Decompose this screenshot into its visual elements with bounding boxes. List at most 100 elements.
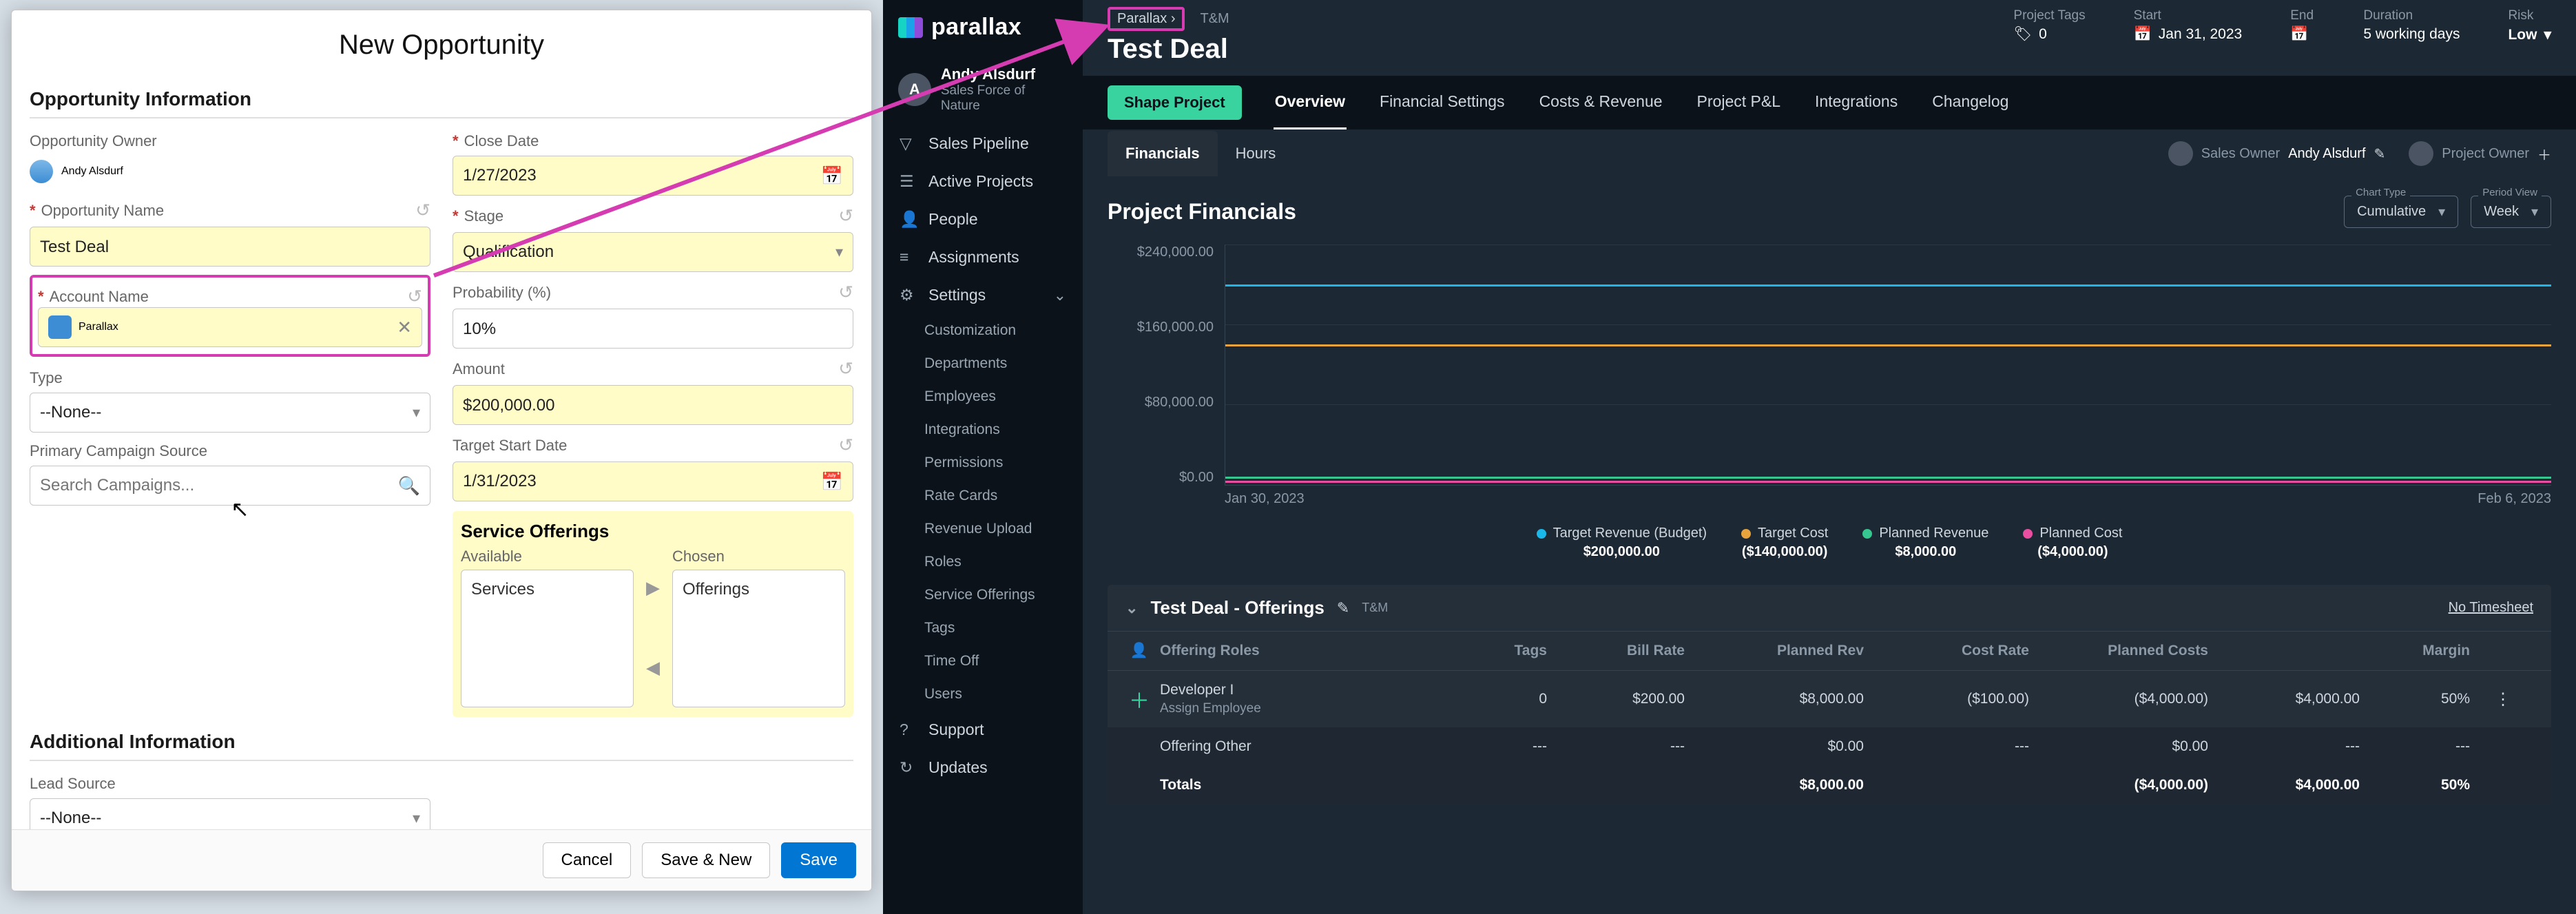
chart-type-dropdown[interactable]: Chart Type Cumulative▾ bbox=[2344, 196, 2458, 228]
calendar-icon[interactable]: 📅 bbox=[821, 165, 843, 187]
sidebar-item-people[interactable]: 👤People bbox=[883, 200, 1083, 238]
campaign-input[interactable] bbox=[40, 476, 398, 495]
target-date-input[interactable]: 1/31/2023📅 bbox=[453, 461, 853, 501]
funnel-icon: ▽ bbox=[900, 134, 917, 153]
sales-owner: Sales Owner Andy Alsdurf ✎ bbox=[2168, 141, 2386, 166]
series-line bbox=[1225, 481, 2551, 483]
undo-icon[interactable]: ↺ bbox=[838, 205, 853, 227]
gear-icon: ⚙ bbox=[900, 286, 917, 304]
offerings-table: 👤 Offering Roles Tags Bill Rate Planned … bbox=[1108, 631, 2551, 804]
move-right-icon[interactable]: ▶ bbox=[646, 577, 660, 599]
modal-title: New Opportunity bbox=[12, 10, 871, 74]
available-list[interactable]: Services bbox=[461, 570, 634, 707]
y-tick: $80,000.00 bbox=[1145, 395, 1214, 411]
salesforce-pane: New Opportunity Opportunity Information … bbox=[0, 0, 883, 914]
lead-source-select[interactable]: --None--▾ bbox=[30, 798, 430, 829]
amount-input[interactable]: $200,000.00 bbox=[453, 385, 853, 425]
save-new-button[interactable]: Save & New bbox=[642, 842, 770, 878]
tab-changelog[interactable]: Changelog bbox=[1931, 76, 2010, 129]
meta-start-label: Start bbox=[2134, 8, 2243, 23]
refresh-icon: ↻ bbox=[900, 758, 917, 777]
chart-plot bbox=[1225, 245, 2551, 486]
sidebar-sub-departments[interactable]: Departments bbox=[883, 347, 1083, 380]
legend-item: Target Cost($140,000.00) bbox=[1741, 526, 1828, 560]
section-opportunity-info: Opportunity Information bbox=[30, 74, 853, 118]
opp-name-input[interactable]: Test Deal bbox=[30, 227, 430, 267]
chevron-down-icon[interactable]: ▾ bbox=[2544, 26, 2551, 43]
sidebar-item-projects[interactable]: ☰Active Projects bbox=[883, 163, 1083, 200]
shape-project-button[interactable]: Shape Project bbox=[1108, 85, 1242, 120]
close-date-input[interactable]: 1/27/2023📅 bbox=[453, 156, 853, 196]
sidebar-sub-tags[interactable]: Tags bbox=[883, 612, 1083, 645]
sidebar-sub-rate-cards[interactable]: Rate Cards bbox=[883, 479, 1083, 512]
meta-risk-label: Risk bbox=[2508, 8, 2551, 23]
sidebar-item-updates[interactable]: ↻Updates bbox=[883, 749, 1083, 787]
legend-item: Planned Cost($4,000.00) bbox=[2023, 526, 2122, 560]
tab-project-p-l[interactable]: Project P&L bbox=[1696, 76, 1782, 129]
search-icon[interactable]: 🔍 bbox=[398, 475, 420, 497]
stage-select[interactable]: Qualification▾ bbox=[453, 232, 853, 272]
modal-body[interactable]: Opportunity Information Opportunity Owne… bbox=[12, 74, 871, 829]
sidebar-sub-permissions[interactable]: Permissions bbox=[883, 446, 1083, 479]
cancel-button[interactable]: Cancel bbox=[543, 842, 632, 878]
tab-financial-settings[interactable]: Financial Settings bbox=[1378, 76, 1506, 129]
undo-icon[interactable]: ↺ bbox=[415, 200, 430, 221]
brand-logo[interactable]: parallax bbox=[883, 4, 1083, 54]
sidebar-sub-time-off[interactable]: Time Off bbox=[883, 645, 1083, 678]
sidebar-sub-customization[interactable]: Customization bbox=[883, 314, 1083, 347]
person-icon: 👤 bbox=[1119, 643, 1160, 659]
row-menu-icon[interactable]: ⋮ bbox=[2482, 689, 2524, 709]
chart-x-axis: Jan 30, 2023Feb 6, 2023 bbox=[1225, 486, 2551, 513]
campaign-search[interactable]: 🔍 bbox=[30, 466, 430, 506]
chevron-down-icon[interactable]: ⌄ bbox=[1125, 599, 1138, 617]
sidebar-sub-revenue-upload[interactable]: Revenue Upload bbox=[883, 512, 1083, 546]
account-lookup[interactable]: Parallax ✕ bbox=[38, 307, 422, 347]
period-view-dropdown[interactable]: Period View Week▾ bbox=[2471, 196, 2551, 228]
tab-costs-revenue[interactable]: Costs & Revenue bbox=[1538, 76, 1664, 129]
sidebar-sub-users[interactable]: Users bbox=[883, 678, 1083, 711]
edit-icon[interactable]: ✎ bbox=[2374, 145, 2386, 163]
add-role-icon[interactable]: ＋ bbox=[1119, 684, 1160, 714]
move-left-icon[interactable]: ◀ bbox=[646, 657, 660, 678]
chosen-list[interactable]: Offerings bbox=[672, 570, 845, 707]
chart-y-axis: $240,000.00$160,000.00$80,000.00$0.00 bbox=[1108, 245, 1225, 486]
sidebar-sub-roles[interactable]: Roles bbox=[883, 546, 1083, 579]
person-icon: 👤 bbox=[900, 210, 917, 229]
undo-icon[interactable]: ↺ bbox=[838, 358, 853, 380]
sidebar-user[interactable]: A Andy Alsdurf Sales Force of Nature bbox=[883, 54, 1083, 125]
no-timesheet-link[interactable]: No Timesheet bbox=[2449, 600, 2533, 616]
undo-icon[interactable]: ↺ bbox=[407, 286, 422, 307]
tab-integrations[interactable]: Integrations bbox=[1814, 76, 1899, 129]
sidebar-item-settings[interactable]: ⚙Settings⌄ bbox=[883, 276, 1083, 314]
calendar-icon: 📅 bbox=[2134, 26, 2152, 43]
undo-icon[interactable]: ↺ bbox=[838, 435, 853, 456]
type-select[interactable]: --None--▾ bbox=[30, 393, 430, 433]
chosen-label: Chosen bbox=[672, 548, 845, 570]
clear-icon[interactable]: ✕ bbox=[397, 317, 412, 338]
sidebar-sub-employees[interactable]: Employees bbox=[883, 380, 1083, 413]
sidebar-item-assignments[interactable]: ≡Assignments bbox=[883, 238, 1083, 276]
edit-icon[interactable]: ✎ bbox=[1337, 599, 1349, 617]
table-row: ＋Developer IAssign Employee0$200.00$8,00… bbox=[1108, 671, 2551, 727]
subtab-financials[interactable]: Financials bbox=[1108, 131, 1218, 176]
prob-input[interactable]: 10% bbox=[453, 309, 853, 349]
legend-item: Target Revenue (Budget)$200,000.00 bbox=[1537, 526, 1707, 560]
subtab-hours[interactable]: Hours bbox=[1218, 131, 1294, 176]
add-icon[interactable]: ＋ bbox=[2537, 144, 2551, 164]
calendar-icon[interactable]: 📅 bbox=[821, 471, 843, 492]
undo-icon[interactable]: ↺ bbox=[838, 282, 853, 303]
y-tick: $0.00 bbox=[1179, 470, 1214, 486]
opp-name-label: Opportunity Name ↺ bbox=[30, 196, 430, 221]
sidebar-sub-integrations[interactable]: Integrations bbox=[883, 413, 1083, 446]
sidebar-item-support[interactable]: ?Support bbox=[883, 711, 1083, 749]
tab-overview[interactable]: Overview bbox=[1274, 76, 1347, 129]
sidebar-sub-service-offerings[interactable]: Service Offerings bbox=[883, 579, 1083, 612]
breadcrumb-account[interactable]: Parallax › bbox=[1108, 7, 1185, 31]
project-meta: Project Tags🏷0 Start📅Jan 31, 2023 End📅 D… bbox=[2013, 8, 2551, 43]
offerings-badge: T&M bbox=[1362, 601, 1388, 615]
sidebar-item-pipeline[interactable]: ▽Sales Pipeline bbox=[883, 125, 1083, 163]
save-button[interactable]: Save bbox=[781, 842, 856, 878]
chevron-down-icon: ▾ bbox=[835, 243, 843, 261]
account-value: Parallax bbox=[79, 321, 118, 333]
assign-employee-link[interactable]: Assign Employee bbox=[1160, 701, 1422, 716]
